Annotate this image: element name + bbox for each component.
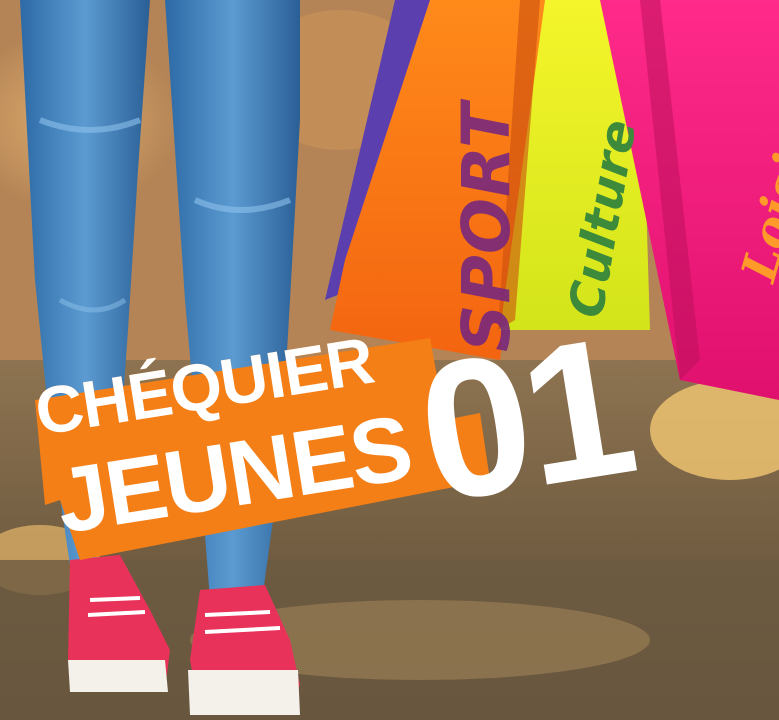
background-photo xyxy=(0,0,779,720)
title-number: 01 xyxy=(405,295,644,545)
hero-image: SPORT Culture Loisirs CHÉQUIER JEUNES 01 xyxy=(0,0,779,720)
